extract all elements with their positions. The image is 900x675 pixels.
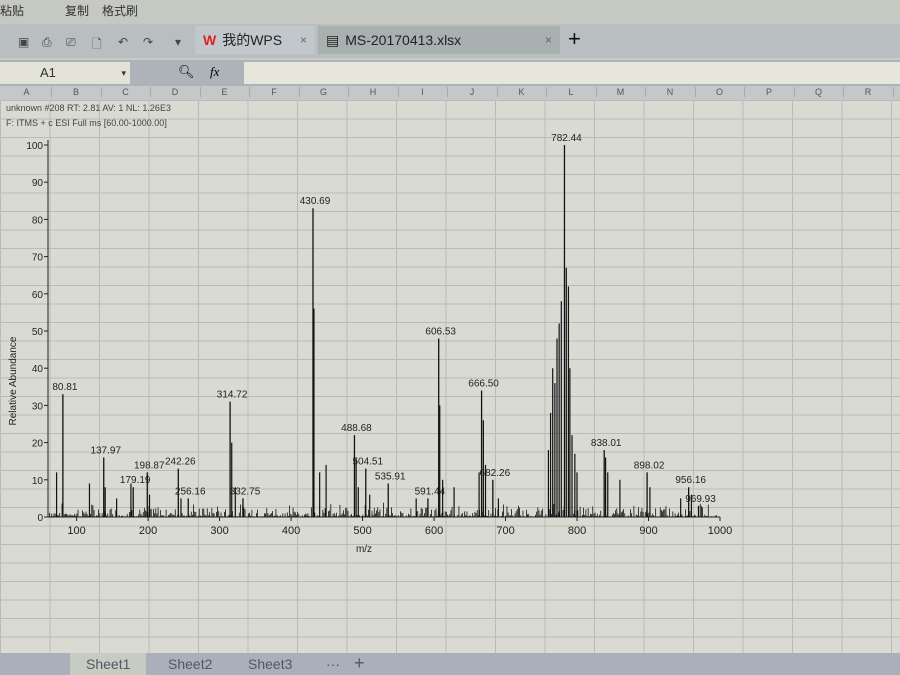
sheet-tabs: Sheet1 Sheet2 Sheet3 ··· + [0, 653, 900, 675]
tab-bar: ▣ ⎙ ⎚ 🗋 ↶ ↷ ▾ W 我的WPS × ▤ MS-20170413.xlsx ×… [0, 24, 900, 58]
peak-label: 956.16 [675, 475, 706, 486]
wps-logo-icon: W [203, 32, 217, 48]
y-tick-label: 0 [37, 513, 43, 524]
x-axis-label: m/z [356, 544, 372, 555]
cell-ref: A1 [40, 65, 56, 80]
peak-label: 782.44 [551, 133, 582, 144]
preview-icon[interactable]: 🗋 [92, 35, 102, 56]
column-header[interactable]: N [646, 87, 696, 97]
x-tick-label: 500 [353, 525, 371, 537]
undo-icon[interactable]: ↶ [118, 35, 128, 49]
peak-label: 591.44 [415, 486, 446, 497]
column-header[interactable]: A [2, 87, 52, 97]
more-sheets-button[interactable]: ··· [326, 656, 340, 672]
peak-label: 137.97 [90, 445, 121, 456]
paste-button[interactable]: 粘贴 [0, 2, 24, 19]
dropdown-icon[interactable]: ▾ [175, 35, 181, 49]
export-icon[interactable]: ⎙ [42, 35, 52, 50]
column-header[interactable]: D [151, 87, 201, 97]
column-header[interactable]: H [349, 87, 399, 97]
spreadsheet-file-icon: ▤ [326, 31, 340, 48]
column-headers: ABCDEFGHIJKLMNOPQR [0, 86, 900, 100]
column-header[interactable]: J [448, 87, 498, 97]
y-tick-label: 10 [32, 476, 44, 487]
add-sheet-button[interactable]: + [354, 653, 365, 674]
column-header[interactable]: B [52, 87, 102, 97]
peak-label: 256.16 [175, 486, 206, 497]
y-tick-label: 30 [32, 401, 44, 412]
formula-bar: A1 ▾ 🔍︎ fx [0, 60, 900, 86]
x-tick-label: 300 [210, 525, 228, 537]
tab-my-wps[interactable]: W 我的WPS × [195, 26, 315, 54]
y-tick-label: 60 [32, 290, 44, 301]
y-axis-label: Relative Abundance [8, 336, 19, 425]
peak-label: 80.81 [52, 382, 77, 393]
peak-label: 535.91 [375, 472, 406, 483]
y-tick-label: 90 [32, 178, 44, 189]
new-tab-button[interactable]: + [568, 26, 581, 52]
y-tick-label: 100 [26, 141, 43, 152]
peak-label: 969.93 [685, 494, 716, 505]
peak-label: 682.26 [480, 468, 511, 479]
column-header[interactable]: L [547, 87, 597, 97]
close-icon[interactable]: × [300, 33, 307, 47]
formula-input[interactable] [244, 62, 900, 84]
y-tick-label: 40 [32, 364, 44, 375]
print-icon[interactable]: ⎚ [66, 35, 76, 50]
sheet-tab-3[interactable]: Sheet3 [248, 656, 292, 672]
save-icon[interactable]: ▣ [18, 35, 29, 49]
column-header[interactable]: K [497, 87, 547, 97]
x-tick-label: 900 [639, 525, 657, 537]
column-header[interactable]: Q [794, 87, 844, 97]
peak-label: 606.53 [425, 326, 456, 337]
ribbon: 粘贴 复制 格式刷 [0, 0, 900, 24]
peak-label: 332.75 [230, 486, 261, 497]
peak-label: 179.19 [120, 475, 151, 486]
column-header[interactable]: P [745, 87, 795, 97]
x-tick-label: 700 [496, 525, 514, 537]
copy-button[interactable]: 复制 [65, 2, 89, 19]
name-box[interactable]: A1 ▾ [0, 62, 130, 84]
mass-spectrum-chart: 100 200 300 400 500 600 700 800 900 1000 0 10 20 30 40… [8, 133, 732, 555]
y-tick-label: 80 [32, 215, 44, 226]
x-tick-label: 100 [67, 525, 85, 537]
y-tick-label: 50 [32, 327, 44, 338]
x-tick-label: 1000 [708, 525, 732, 537]
peak-label: 198.87 [134, 460, 165, 471]
tab-label: 我的WPS [222, 32, 283, 48]
x-tick-label: 600 [425, 525, 443, 537]
tab-label: MS-20170413.xlsx [345, 32, 462, 48]
fx-button[interactable]: fx [210, 64, 219, 80]
format-painter-button[interactable]: 格式刷 [102, 2, 138, 19]
redo-icon[interactable]: ↷ [143, 35, 153, 49]
y-tick-label: 20 [32, 439, 44, 450]
sheet-tab-1[interactable]: Sheet1 [70, 653, 147, 675]
close-icon[interactable]: × [545, 33, 552, 47]
column-header[interactable]: M [596, 87, 646, 97]
peak-label: 504.51 [352, 457, 383, 468]
x-tick-label: 200 [139, 525, 157, 537]
peak-label: 838.01 [591, 438, 622, 449]
column-header[interactable]: O [695, 87, 745, 97]
column-header[interactable]: F [250, 87, 300, 97]
x-tick-label: 400 [282, 525, 300, 537]
column-header[interactable]: C [101, 87, 151, 97]
column-header[interactable]: R [844, 87, 894, 97]
peak-label: 314.72 [217, 390, 248, 401]
x-tick-label: 800 [568, 525, 586, 537]
peak-label: 242.26 [165, 457, 196, 468]
column-header[interactable]: E [200, 87, 250, 97]
column-header[interactable]: I [398, 87, 448, 97]
y-tick-label: 70 [32, 253, 44, 264]
peak-label: 666.50 [468, 379, 499, 390]
peak-label: 488.68 [341, 423, 372, 434]
peak-label: 898.02 [634, 460, 665, 471]
tab-file[interactable]: ▤ MS-20170413.xlsx × [318, 26, 560, 54]
sheet-tab-2[interactable]: Sheet2 [168, 656, 212, 672]
peak-label: 430.69 [300, 196, 331, 207]
column-header[interactable]: G [299, 87, 349, 97]
search-icon[interactable]: 🔍︎ [178, 64, 195, 80]
